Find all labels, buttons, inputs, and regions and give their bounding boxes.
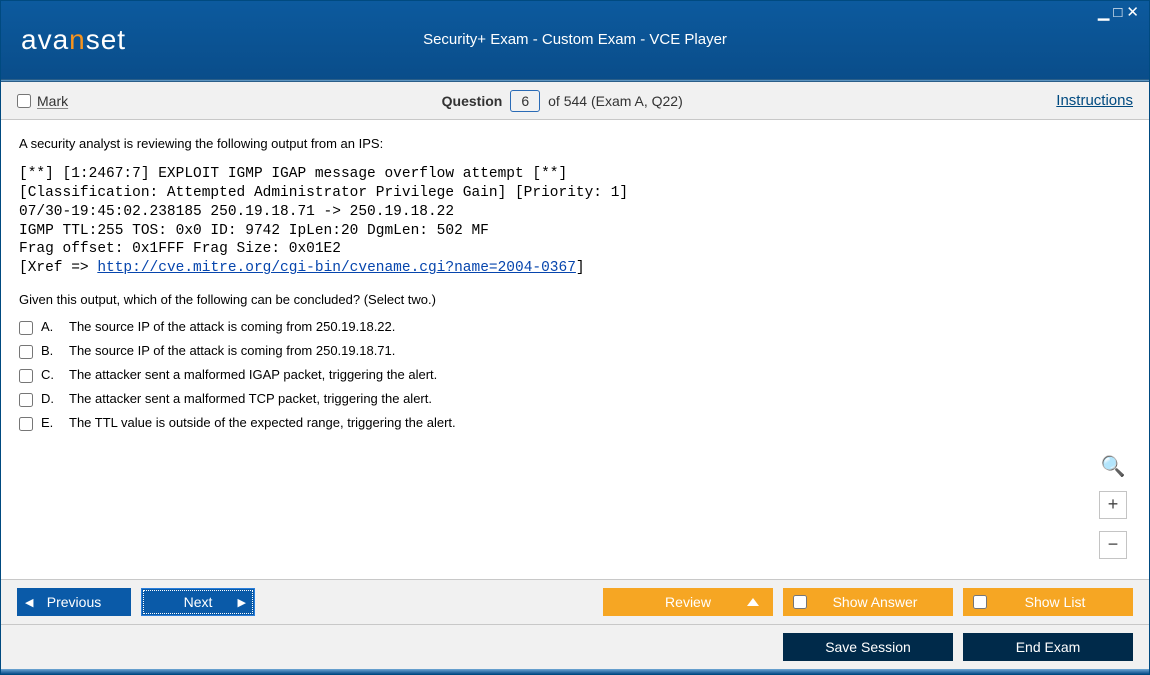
ips-output: [**] [1:2467:7] EXPLOIT IGMP IGAP messag…: [19, 165, 1131, 278]
session-button-row: Save Session End Exam: [1, 624, 1149, 669]
option-b-checkbox[interactable]: [19, 345, 33, 359]
bottom-border: [1, 669, 1149, 674]
option-a-checkbox[interactable]: [19, 321, 33, 335]
review-button[interactable]: Review: [603, 588, 773, 616]
mark-checkbox-wrap[interactable]: Mark: [17, 93, 68, 109]
ips-line: [Classification: Attempted Administrator…: [19, 185, 628, 201]
zoom-controls: 🔍 + −: [1099, 454, 1127, 559]
nav-button-row: ◀ Previous Next ▶ Review Show Answer Sho…: [1, 579, 1149, 624]
option-letter: D.: [41, 391, 61, 406]
triangle-up-icon: [747, 598, 759, 606]
option-text: The attacker sent a malformed TCP packet…: [69, 391, 432, 406]
ips-line: IGMP TTL:255 TOS: 0x0 ID: 9742 IpLen:20 …: [19, 223, 489, 239]
zoom-in-button[interactable]: +: [1099, 491, 1127, 519]
option-d[interactable]: D. The attacker sent a malformed TCP pac…: [19, 391, 1131, 407]
magnifier-icon[interactable]: 🔍: [1101, 454, 1126, 479]
option-text: The TTL value is outside of the expected…: [69, 415, 456, 430]
option-b[interactable]: B. The source IP of the attack is coming…: [19, 343, 1131, 359]
ips-xref-post: ]: [576, 260, 585, 276]
option-text: The source IP of the attack is coming fr…: [69, 343, 395, 358]
next-button[interactable]: Next ▶: [141, 588, 255, 616]
end-exam-button[interactable]: End Exam: [963, 633, 1133, 661]
logo-text-n: n: [69, 24, 86, 55]
question-intro: A security analyst is reviewing the foll…: [19, 136, 1131, 151]
chevron-left-icon: ◀: [25, 596, 33, 609]
question-number-box[interactable]: 6: [510, 90, 540, 112]
ips-line: [**] [1:2467:7] EXPLOIT IGMP IGAP messag…: [19, 166, 567, 182]
show-answer-button[interactable]: Show Answer: [783, 588, 953, 616]
zoom-out-button[interactable]: −: [1099, 531, 1127, 559]
option-text: The attacker sent a malformed IGAP packe…: [69, 367, 437, 382]
question-sub: Given this output, which of the followin…: [19, 292, 1131, 307]
option-letter: E.: [41, 415, 61, 430]
ips-xref-pre: [Xref =>: [19, 260, 97, 276]
show-list-checkbox[interactable]: [973, 595, 987, 609]
option-letter: A.: [41, 319, 61, 334]
close-icon[interactable]: ✕: [1126, 4, 1143, 21]
question-indicator: Question 6 of 544 (Exam A, Q22): [68, 90, 1056, 112]
app-window: avanset Security+ Exam - Custom Exam - V…: [0, 0, 1150, 675]
show-list-button[interactable]: Show List: [963, 588, 1133, 616]
titlebar: avanset Security+ Exam - Custom Exam - V…: [1, 1, 1149, 79]
option-e-checkbox[interactable]: [19, 417, 33, 431]
option-c[interactable]: C. The attacker sent a malformed IGAP pa…: [19, 367, 1131, 383]
window-title: Security+ Exam - Custom Exam - VCE Playe…: [1, 31, 1149, 48]
question-content: A security analyst is reviewing the foll…: [1, 120, 1149, 579]
previous-label: Previous: [47, 594, 101, 610]
instructions-link[interactable]: Instructions: [1056, 92, 1133, 109]
question-word: Question: [442, 93, 503, 109]
question-of-text: of 544 (Exam A, Q22): [548, 93, 683, 109]
next-label: Next: [184, 594, 213, 610]
mark-label: Mark: [37, 93, 68, 109]
chevron-right-icon: ▶: [238, 596, 246, 609]
window-controls: ▁□✕: [1098, 3, 1143, 21]
options-list: A. The source IP of the attack is coming…: [19, 319, 1131, 431]
review-label: Review: [665, 594, 711, 610]
ips-line: 07/30-19:45:02.238185 250.19.18.71 -> 25…: [19, 204, 454, 220]
option-a[interactable]: A. The source IP of the attack is coming…: [19, 319, 1131, 335]
logo-text-2: set: [86, 24, 126, 55]
option-d-checkbox[interactable]: [19, 393, 33, 407]
option-c-checkbox[interactable]: [19, 369, 33, 383]
option-e[interactable]: E. The TTL value is outside of the expec…: [19, 415, 1131, 431]
previous-button[interactable]: ◀ Previous: [17, 588, 131, 616]
mark-checkbox[interactable]: [17, 94, 31, 108]
save-session-button[interactable]: Save Session: [783, 633, 953, 661]
show-answer-checkbox[interactable]: [793, 595, 807, 609]
option-letter: B.: [41, 343, 61, 358]
ips-xref-link[interactable]: http://cve.mitre.org/cgi-bin/cvename.cgi…: [97, 260, 576, 276]
option-letter: C.: [41, 367, 61, 382]
minimize-icon[interactable]: ▁: [1098, 4, 1114, 21]
show-answer-label: Show Answer: [807, 594, 953, 610]
logo: avanset: [21, 24, 126, 56]
option-text: The source IP of the attack is coming fr…: [69, 319, 395, 334]
logo-text-1: ava: [21, 24, 69, 55]
maximize-icon[interactable]: □: [1113, 4, 1126, 21]
infobar: Mark Question 6 of 544 (Exam A, Q22) Ins…: [1, 82, 1149, 120]
ips-line: Frag offset: 0x1FFF Frag Size: 0x01E2: [19, 241, 341, 257]
show-list-label: Show List: [987, 594, 1133, 610]
